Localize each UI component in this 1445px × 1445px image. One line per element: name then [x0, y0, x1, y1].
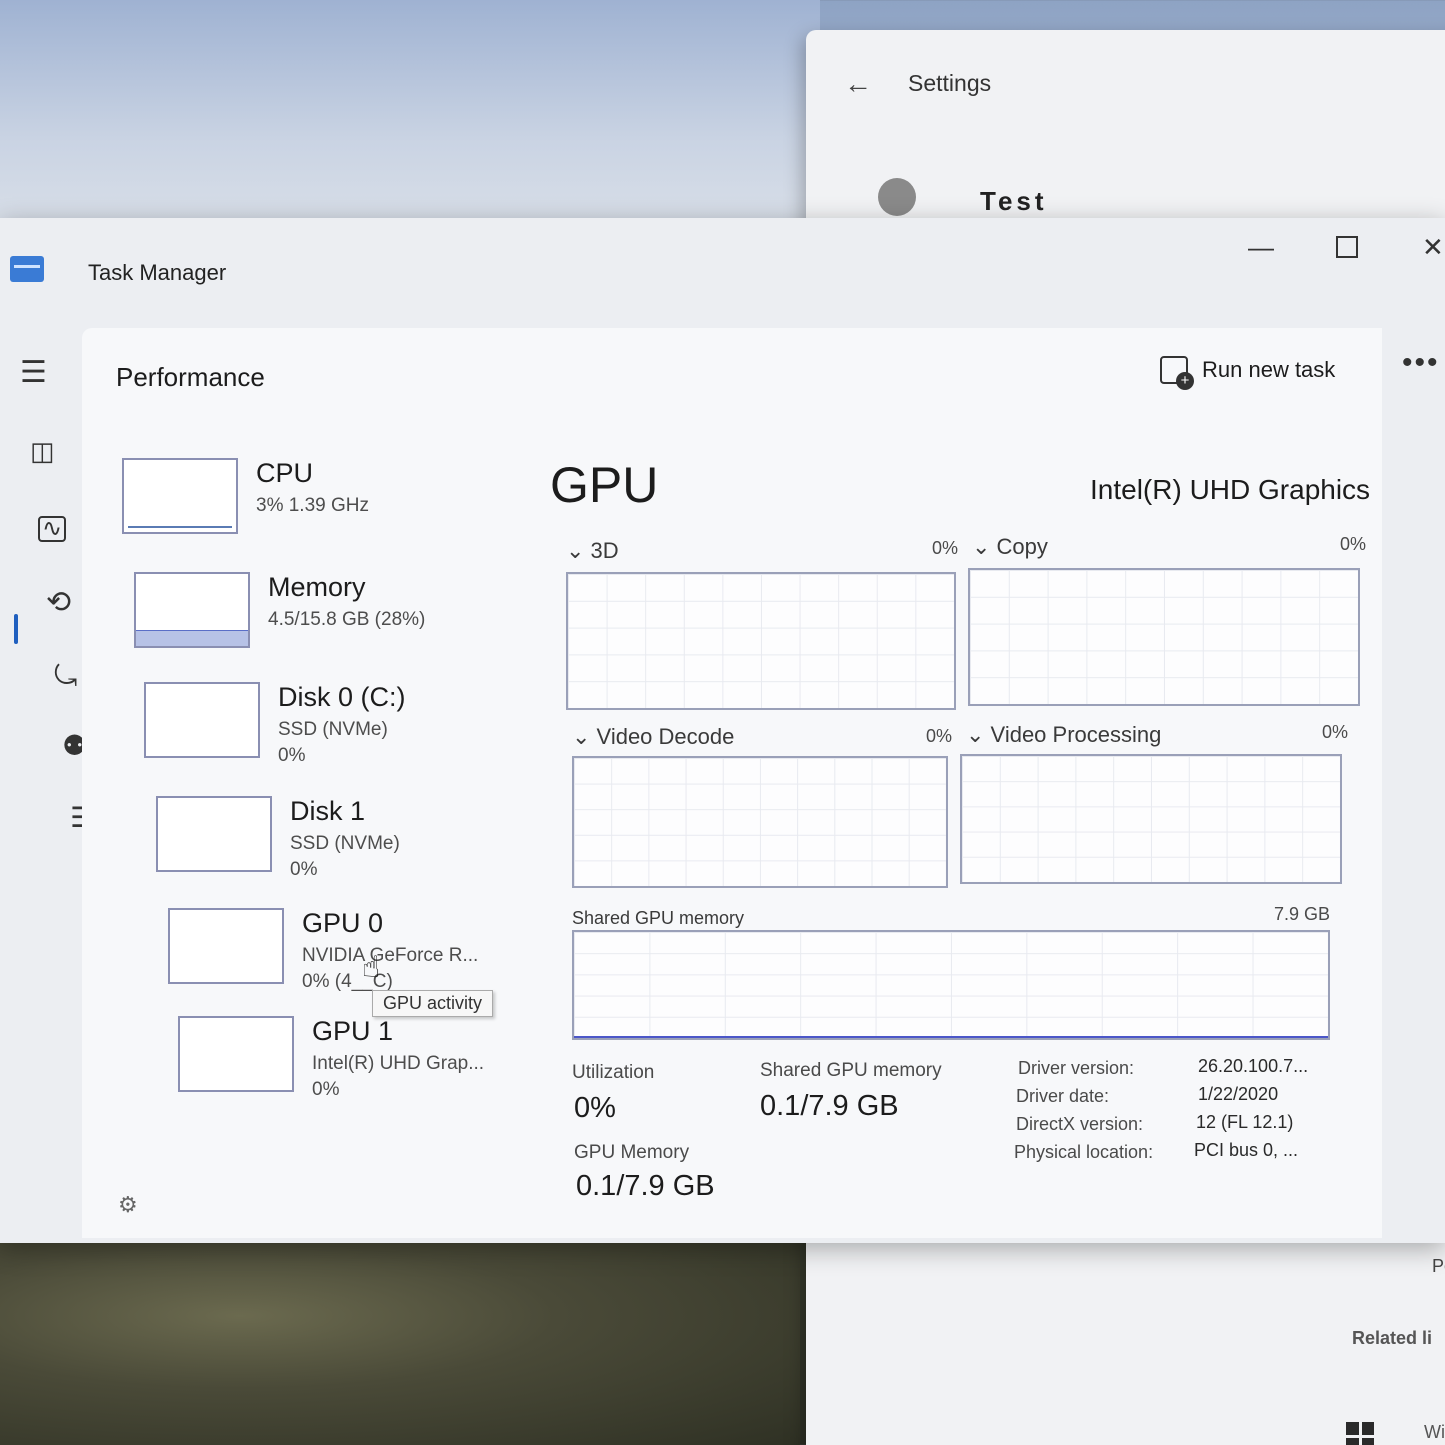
engine-graph-video-decode	[572, 756, 948, 888]
gpu1-thumbnail-graph	[178, 1016, 294, 1092]
disk0-thumbnail-graph	[144, 682, 260, 758]
windows-logo-icon	[1346, 1422, 1374, 1445]
shared-memory-usage-line	[574, 1036, 1328, 1038]
run-task-icon	[1160, 356, 1194, 390]
device-name: Disk 0 (C:)	[278, 682, 406, 712]
settings-title: Settings	[908, 70, 992, 96]
gpu-memory-label: GPU Memory	[574, 1142, 690, 1163]
device-detail: SSD (NVMe)	[278, 719, 388, 740]
close-button[interactable]: ✕	[1422, 232, 1444, 263]
processes-icon[interactable]: ◫	[30, 438, 55, 464]
property-label: Driver version:	[1018, 1058, 1135, 1078]
device-name: Disk 1	[290, 796, 366, 826]
device-name: Memory	[268, 572, 366, 602]
run-new-task-button[interactable]: Run new task	[1160, 356, 1336, 390]
engine-label: Video Decode	[596, 724, 735, 749]
settings-user-name: Test	[980, 186, 1048, 216]
desktop-sky	[0, 0, 820, 230]
device-detail: 4.5/15.8 GB (28%)	[268, 609, 426, 630]
engine-percent: 0%	[1340, 534, 1367, 554]
avatar	[878, 178, 916, 216]
engine-dropdown-3d[interactable]: ⌄ 3D	[566, 538, 619, 564]
device-detail: NVIDIA GeForce R...	[302, 945, 479, 966]
tooltip: GPU activity	[372, 990, 494, 1017]
property-value: 12 (FL 12.1)	[1196, 1112, 1294, 1132]
device-gpu-1[interactable]: GPU 1 Intel(R) UHD Grap... 0%	[178, 1016, 484, 1102]
chevron-down-icon: ⌄	[972, 534, 997, 559]
device-cpu[interactable]: CPU 3% 1.39 GHz	[122, 458, 369, 534]
performance-icon[interactable]: ∿	[38, 516, 66, 542]
gpu-model-name: Intel(R) UHD Graphics	[1090, 474, 1371, 505]
shared-memory-graph-max: 7.9 GB	[1274, 904, 1331, 924]
engine-percent: 0%	[932, 538, 959, 558]
device-disk-1[interactable]: Disk 1 SSD (NVMe) 0%	[156, 796, 400, 882]
engine-label: Video Processing	[990, 722, 1162, 747]
device-name: CPU	[256, 458, 314, 488]
hand-cursor-icon: ☝	[362, 951, 381, 984]
device-usage: 0%	[312, 1078, 340, 1100]
device-detail: 3% 1.39 GHz	[256, 495, 369, 516]
engine-dropdown-video-decode[interactable]: ⌄ Video Decode	[572, 724, 734, 750]
property-value: 1/22/2020	[1198, 1084, 1279, 1104]
shared-memory-graph-label: Shared GPU memory	[572, 908, 745, 928]
gpu-memory-value: 0.1/7.9 GB	[576, 1170, 715, 1202]
desktop-landscape	[0, 1230, 800, 1445]
device-disk-0[interactable]: Disk 0 (C:) SSD (NVMe) 0%	[144, 682, 406, 768]
device-usage: 0%	[278, 744, 306, 766]
related-links-heading: Related li	[1352, 1328, 1433, 1348]
hamburger-menu-icon[interactable]: ☰	[20, 358, 47, 388]
device-gpu-0[interactable]: GPU 0 NVIDIA GeForce R... 0% (4__C)	[168, 908, 478, 994]
shared-memory-value: 0.1/7.9 GB	[760, 1090, 899, 1122]
utilization-label: Utilization	[572, 1062, 655, 1083]
engine-dropdown-video-processing[interactable]: ⌄ Video Processing	[966, 722, 1161, 748]
more-options-button[interactable]: •••	[1402, 346, 1440, 380]
property-label: DirectX version:	[1016, 1114, 1144, 1134]
device-memory[interactable]: Memory 4.5/15.8 GB (28%)	[134, 572, 425, 648]
device-name: GPU 0	[302, 908, 384, 938]
property-label: Physical location:	[1014, 1142, 1154, 1162]
gpu-heading: GPU	[550, 457, 659, 513]
window-title: Task Manager	[88, 260, 227, 285]
settings-gear-icon[interactable]: ⚙	[118, 1192, 138, 1218]
utilization-value: 0%	[574, 1092, 616, 1124]
device-name: GPU 1	[312, 1016, 394, 1046]
gpu0-thumbnail-graph	[168, 908, 284, 984]
title-bar[interactable]: Task Manager — ✕	[0, 218, 1445, 318]
engine-label: 3D	[590, 538, 619, 563]
property-value: PCI bus 0, ...	[1194, 1140, 1299, 1160]
device-detail: SSD (NVMe)	[290, 833, 400, 854]
engine-label: Copy	[996, 534, 1048, 559]
maximize-button[interactable]	[1336, 236, 1358, 258]
property-value: 26.20.100.7...	[1198, 1056, 1309, 1076]
chevron-down-icon: ⌄	[566, 538, 591, 563]
engine-percent: 0%	[1322, 722, 1349, 742]
shared-memory-label: Shared GPU memory	[760, 1060, 942, 1081]
run-new-task-label: Run new task	[1202, 357, 1336, 382]
startup-apps-icon[interactable]: ⤿	[54, 662, 77, 690]
settings-edge-text: Pc	[1432, 1256, 1445, 1276]
chevron-down-icon: ⌄	[572, 724, 597, 749]
nav-selected-indicator	[14, 614, 18, 644]
cpu-thumbnail-graph	[122, 458, 238, 534]
device-detail: Intel(R) UHD Grap...	[312, 1053, 485, 1074]
back-arrow-icon[interactable]: ←	[844, 68, 872, 100]
engine-percent: 0%	[926, 726, 953, 746]
shared-memory-graph	[572, 930, 1330, 1040]
task-manager-app-icon	[10, 256, 44, 282]
device-usage: 0%	[290, 858, 318, 880]
property-label: Driver date:	[1016, 1086, 1110, 1106]
engine-dropdown-copy[interactable]: ⌄ Copy	[972, 534, 1048, 560]
engine-graph-copy	[968, 568, 1360, 706]
page-title: Performance	[116, 362, 265, 392]
engine-graph-video-processing	[960, 754, 1342, 884]
chevron-down-icon: ⌄	[966, 722, 991, 747]
disk1-thumbnail-graph	[156, 796, 272, 872]
minimize-button[interactable]: —	[1248, 232, 1274, 263]
memory-thumbnail-graph	[134, 572, 250, 648]
settings-windows-label: Win	[1424, 1422, 1445, 1442]
app-history-icon[interactable]: ⟲	[46, 588, 71, 618]
engine-graph-3d	[566, 572, 956, 710]
